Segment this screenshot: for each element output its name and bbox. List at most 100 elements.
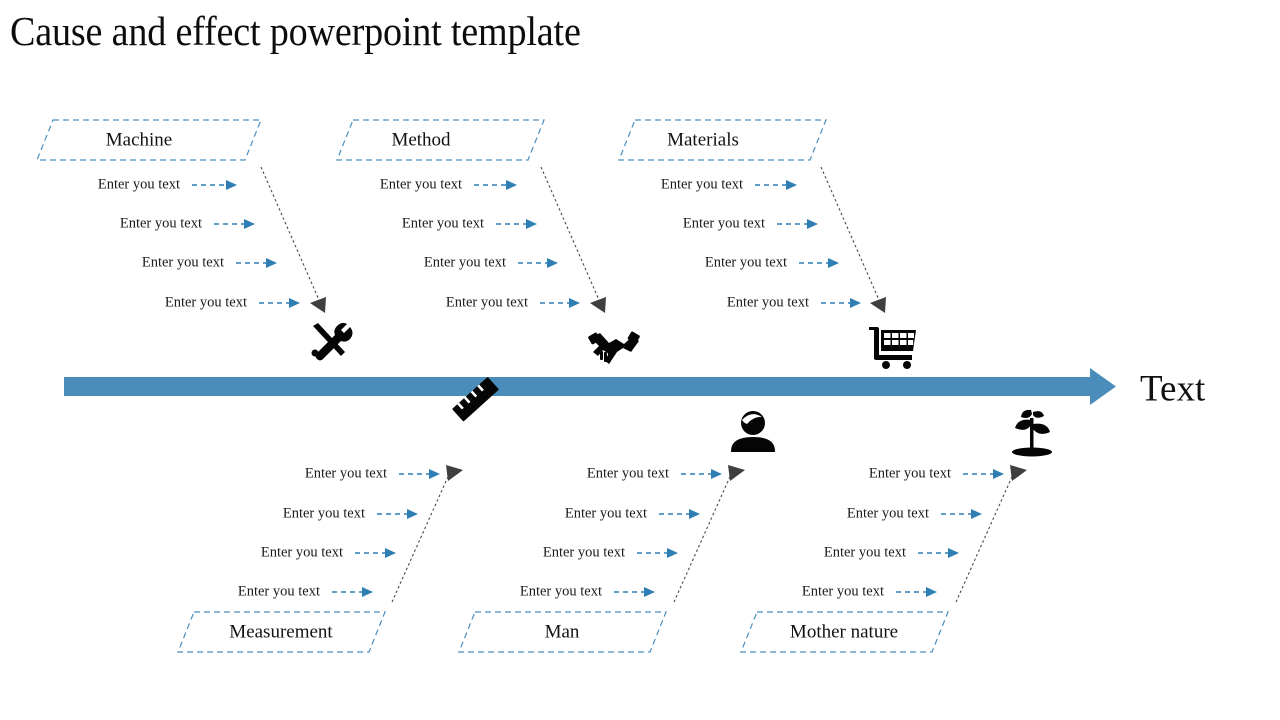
entry-arrowhead-icon	[971, 509, 982, 519]
entry-label: Enter you text	[283, 505, 365, 521]
person-icon	[731, 411, 775, 452]
entry-arrowhead-icon	[711, 469, 722, 479]
entry-arrowhead-icon	[786, 180, 797, 190]
category-machine[interactable]: Machine Enter you text Enter you text En…	[36, 119, 353, 361]
entry-arrowhead-icon	[385, 548, 396, 558]
entry-label: Enter you text	[869, 465, 951, 481]
entry-label: Enter you text	[543, 544, 625, 560]
shopping-cart-icon	[869, 327, 916, 369]
category-mother-nature-bone-arrowhead-icon	[1010, 465, 1027, 481]
category-machine-label: Machine	[106, 129, 172, 150]
entry-row[interactable]: Enter you text	[683, 215, 818, 231]
spine-effect-label: Text	[1140, 368, 1206, 409]
category-mother-nature[interactable]: Enter you text Enter you text Enter you …	[740, 409, 1052, 653]
entry-arrowhead-icon	[828, 258, 839, 268]
category-materials[interactable]: Materials Enter you text Enter you text …	[618, 119, 916, 369]
category-man[interactable]: Enter you text Enter you text Enter you …	[458, 411, 775, 653]
entry-label: Enter you text	[565, 505, 647, 521]
entry-row[interactable]: Enter you text	[661, 176, 797, 192]
category-man-bone	[673, 469, 734, 603]
entry-label: Enter you text	[520, 583, 602, 599]
category-measurement-label: Measurement	[229, 621, 333, 642]
category-materials-bone	[820, 166, 880, 301]
entry-label: Enter you text	[847, 505, 929, 521]
entry-row[interactable]: Enter you text	[283, 505, 418, 521]
entry-row[interactable]: Enter you text	[120, 215, 255, 231]
entry-arrowhead-icon	[289, 298, 300, 308]
entry-label: Enter you text	[661, 176, 743, 192]
category-measurement-bone	[391, 469, 452, 603]
category-machine-bone	[260, 166, 320, 301]
category-method-bone	[540, 166, 600, 301]
category-man-bone-arrowhead-icon	[728, 465, 745, 481]
entry-label: Enter you text	[727, 294, 809, 310]
category-man-label: Man	[545, 621, 580, 642]
entry-row[interactable]: Enter you text	[565, 505, 700, 521]
category-materials-bone-arrowhead-icon	[870, 297, 886, 313]
entry-arrowhead-icon	[526, 219, 537, 229]
entry-row[interactable]: Enter you text	[520, 583, 655, 599]
category-measurement-bone-arrowhead-icon	[446, 465, 463, 481]
category-materials-label: Materials	[667, 129, 739, 150]
category-mother-nature-bone	[955, 469, 1016, 603]
entry-arrowhead-icon	[547, 258, 558, 268]
entry-row[interactable]: Enter you text	[824, 544, 959, 560]
main-spine: Text	[64, 368, 1206, 409]
entry-row[interactable]: Enter you text	[402, 215, 537, 231]
tools-icon	[311, 322, 353, 361]
entry-arrowhead-icon	[807, 219, 818, 229]
entry-label: Enter you text	[305, 465, 387, 481]
entry-row[interactable]: Enter you text	[446, 294, 580, 310]
entry-label: Enter you text	[705, 254, 787, 270]
entry-row[interactable]: Enter you text	[165, 294, 300, 310]
entry-arrowhead-icon	[569, 298, 580, 308]
entry-arrowhead-icon	[407, 509, 418, 519]
entry-row[interactable]: Enter you text	[802, 583, 937, 599]
entry-label: Enter you text	[120, 215, 202, 231]
entry-arrowhead-icon	[667, 548, 678, 558]
entry-row[interactable]: Enter you text	[543, 544, 678, 560]
entry-label: Enter you text	[98, 176, 180, 192]
category-mother-nature-label: Mother nature	[790, 621, 898, 642]
entry-row[interactable]: Enter you text	[98, 176, 237, 192]
entry-row[interactable]: Enter you text	[380, 176, 517, 192]
entry-label: Enter you text	[402, 215, 484, 231]
entry-arrowhead-icon	[266, 258, 277, 268]
entry-arrowhead-icon	[926, 587, 937, 597]
entry-row[interactable]: Enter you text	[847, 505, 982, 521]
entry-row[interactable]: Enter you text	[424, 254, 558, 270]
category-method[interactable]: Method Enter you text Enter you text Ent…	[336, 119, 640, 364]
entry-row[interactable]: Enter you text	[727, 294, 861, 310]
entry-arrowhead-icon	[362, 587, 373, 597]
entry-label: Enter you text	[142, 254, 224, 270]
entry-row[interactable]: Enter you text	[238, 583, 373, 599]
plant-icon	[1012, 409, 1052, 457]
category-method-label: Method	[391, 129, 451, 150]
entry-label: Enter you text	[683, 215, 765, 231]
entry-label: Enter you text	[802, 583, 884, 599]
spine-bar	[64, 377, 1096, 396]
entry-arrowhead-icon	[644, 587, 655, 597]
entry-arrowhead-icon	[506, 180, 517, 190]
entry-label: Enter you text	[380, 176, 462, 192]
entry-label: Enter you text	[261, 544, 343, 560]
entry-arrowhead-icon	[226, 180, 237, 190]
entry-label: Enter you text	[587, 465, 669, 481]
category-machine-bone-arrowhead-icon	[310, 297, 326, 313]
category-method-bone-arrowhead-icon	[590, 297, 606, 313]
entry-arrowhead-icon	[850, 298, 861, 308]
entry-label: Enter you text	[446, 294, 528, 310]
entry-row[interactable]: Enter you text	[261, 544, 396, 560]
entry-row[interactable]: Enter you text	[305, 465, 440, 481]
entry-arrowhead-icon	[429, 469, 440, 479]
category-measurement[interactable]: Enter you text Enter you text Enter you …	[177, 377, 499, 653]
spine-arrowhead-icon	[1090, 368, 1116, 405]
handshake-icon	[588, 331, 640, 364]
entry-arrowhead-icon	[993, 469, 1004, 479]
entry-row[interactable]: Enter you text	[587, 465, 722, 481]
entry-row[interactable]: Enter you text	[705, 254, 839, 270]
entry-label: Enter you text	[238, 583, 320, 599]
entry-row[interactable]: Enter you text	[869, 465, 1004, 481]
entry-row[interactable]: Enter you text	[142, 254, 277, 270]
entry-arrowhead-icon	[689, 509, 700, 519]
